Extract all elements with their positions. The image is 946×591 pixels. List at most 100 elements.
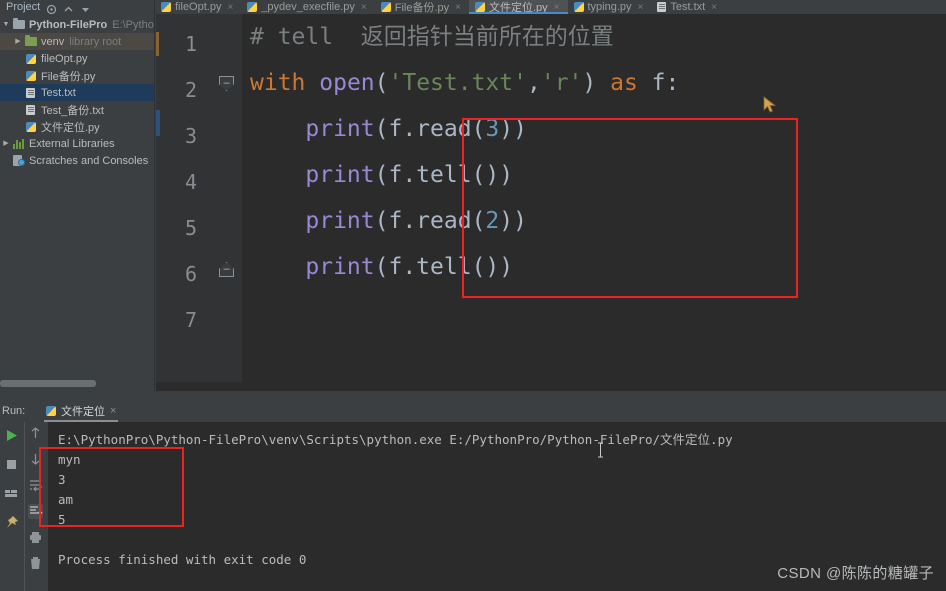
line-number: 4: [184, 170, 197, 194]
close-icon[interactable]: ×: [361, 2, 367, 13]
line-number: 2: [184, 78, 197, 102]
code-line-2: with open('Test.txt','r') as f:: [250, 60, 679, 106]
soft-wrap-icon[interactable]: [28, 478, 43, 493]
tree-item-label: Scratches and Consoles: [29, 154, 149, 167]
scroll-up-icon[interactable]: [28, 426, 43, 441]
editor-tab-test-txt[interactable]: Test.txt ×: [651, 0, 726, 14]
tree-item-file-locate-py[interactable]: 文件定位.py: [0, 118, 154, 135]
editor-horizontal-scrollbar-track[interactable]: [156, 382, 946, 391]
tree-item-test-backup-txt[interactable]: Test_备份.txt: [0, 101, 154, 118]
tree-item-external-libraries[interactable]: ▶ External Libraries: [0, 135, 154, 152]
tree-item-fileopt-py[interactable]: fileOpt.py: [0, 50, 154, 67]
trash-icon[interactable]: [28, 556, 43, 571]
chevron-right-icon[interactable]: ▶: [0, 140, 12, 147]
tree-item-label: Test.txt: [41, 86, 76, 99]
scroll-down-icon[interactable]: [28, 452, 43, 467]
tree-item-venv[interactable]: ▶ venv library root: [0, 33, 154, 50]
editor-tab-fileopt[interactable]: fileOpt.py ×: [155, 0, 242, 14]
code-fold-collapse-icon[interactable]: –: [219, 76, 234, 91]
editor-tab-label: 文件定位.py: [488, 2, 548, 14]
project-tree: ▼ Python-FilePro E:\Python ▶ venv librar…: [0, 14, 154, 169]
close-icon[interactable]: ×: [455, 2, 461, 13]
run-panel-label: Run:: [2, 405, 26, 417]
chevron-down-icon[interactable]: ▼: [0, 21, 12, 28]
rerun-play-icon[interactable]: [4, 428, 19, 443]
python-file-icon: [380, 2, 391, 12]
run-right-toolbar: [24, 422, 46, 591]
pycharm-window: Project fileOpt.py × _pydev_execfile.py …: [0, 0, 946, 591]
python-file-icon: [24, 70, 37, 81]
code-line-5: print(f.read(2)): [250, 198, 527, 244]
code-builtin-print: print: [305, 254, 375, 280]
editor-tab-file-locate[interactable]: 文件定位.py ×: [468, 0, 568, 14]
project-tool-window-header: Project: [0, 0, 155, 14]
line-number: 1: [184, 32, 197, 56]
run-configuration-tab[interactable]: 文件定位 ×: [40, 400, 122, 422]
tree-item-file-backup-py[interactable]: File备份.py: [0, 67, 154, 84]
chevron-right-icon[interactable]: ▶: [12, 38, 24, 45]
sidebar-horizontal-scrollbar[interactable]: [0, 380, 96, 387]
code-editor[interactable]: 1 2 3 4 5 6 7 – – # tell 返回指针当前所在的位置 wit…: [156, 14, 946, 391]
text-file-icon: [24, 104, 37, 115]
editor-tab-pydev-execfile[interactable]: _pydev_execfile.py ×: [241, 0, 375, 14]
console-output-line: 3: [58, 472, 66, 487]
code-number: 2: [485, 208, 500, 234]
code-punct: )): [499, 208, 527, 234]
python-file-icon: [474, 2, 485, 12]
editor-tab-typing[interactable]: typing.py ×: [567, 0, 652, 14]
code-call-read: (f.read(: [374, 208, 486, 234]
target-icon[interactable]: [46, 2, 57, 14]
tree-item-label: External Libraries: [29, 137, 115, 150]
tree-item-test-txt[interactable]: Test.txt: [0, 84, 154, 101]
editor-tabs: fileOpt.py × _pydev_execfile.py × File备份…: [155, 0, 946, 14]
code-call-tell: (f.tell()): [374, 254, 514, 280]
code-string-mode: 'r': [540, 70, 583, 96]
close-icon[interactable]: ×: [554, 2, 560, 13]
scroll-to-end-icon[interactable]: [28, 504, 43, 519]
folder-green-icon: [24, 35, 37, 46]
mouse-cursor-icon: [762, 96, 778, 114]
console-output-line: myn: [58, 452, 81, 467]
editor-tab-file-backup[interactable]: File备份.py ×: [374, 0, 469, 14]
collapse-all-icon[interactable]: [63, 2, 74, 13]
code-call-read: (f.read(: [374, 116, 486, 142]
text-file-icon: [657, 2, 667, 12]
settings-gear-icon[interactable]: [80, 2, 91, 13]
run-tab-label: 文件定位: [61, 406, 105, 418]
layout-icon[interactable]: [4, 486, 19, 501]
code-line-3: print(f.read(3)): [250, 106, 527, 152]
csdn-watermark: CSDN @陈陈的糖罐子: [777, 565, 934, 582]
tree-item-label: venv: [41, 35, 65, 48]
code-builtin-print: print: [305, 162, 375, 188]
libraries-icon: [12, 138, 25, 149]
project-header-label: Project: [6, 1, 41, 13]
python-file-icon: [46, 406, 56, 416]
run-panel-header: Run: 文件定位 ×: [0, 400, 946, 422]
tree-item-annotation: library root: [69, 35, 122, 48]
close-icon[interactable]: ×: [227, 2, 233, 13]
pin-icon[interactable]: [4, 515, 19, 530]
close-icon[interactable]: ×: [110, 405, 116, 417]
close-icon[interactable]: ×: [711, 2, 717, 13]
python-file-icon: [573, 2, 584, 12]
print-icon[interactable]: [28, 530, 43, 545]
tree-item-label: fileOpt.py: [41, 52, 88, 65]
close-icon[interactable]: ×: [638, 2, 644, 13]
python-file-icon: [24, 53, 37, 64]
code-fold-end-icon[interactable]: –: [219, 262, 234, 277]
editor-tab-strip: Project fileOpt.py × _pydev_execfile.py …: [0, 0, 946, 14]
stop-icon[interactable]: [4, 457, 19, 472]
python-file-icon: [24, 121, 37, 132]
editor-gutter[interactable]: 1 2 3 4 5 6 7 – –: [156, 14, 242, 391]
tree-item-python-filepro[interactable]: ▼ Python-FilePro E:\Python: [0, 16, 154, 33]
code-keyword-as: as: [610, 70, 638, 96]
tree-item-scratches-and-consoles[interactable]: Scratches and Consoles: [0, 152, 154, 169]
project-tree-panel: ▼ Python-FilePro E:\Python ▶ venv librar…: [0, 14, 155, 391]
code-text-area[interactable]: # tell 返回指针当前所在的位置 with open('Test.txt',…: [242, 14, 946, 391]
text-file-icon: [24, 87, 37, 98]
editor-tab-label: typing.py: [587, 1, 632, 13]
